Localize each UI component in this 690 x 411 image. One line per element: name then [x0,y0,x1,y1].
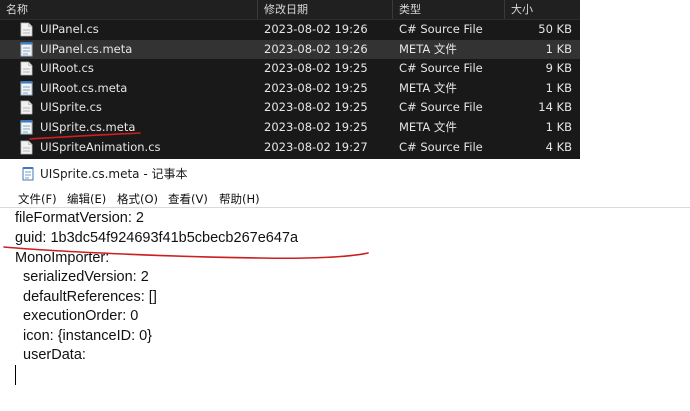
red-underline-annotation-file [29,132,141,140]
file-explorer-list: 名称 修改日期 类型 大小 UIPanel.cs 2023-08-02 19:26… [0,0,580,159]
red-underline-annotation-guid [3,246,369,260]
background-gap [580,0,690,159]
notepad-window: UISprite.cs.meta - 记事本 文件(F) 编辑(E) 格式(O)… [0,159,690,410]
